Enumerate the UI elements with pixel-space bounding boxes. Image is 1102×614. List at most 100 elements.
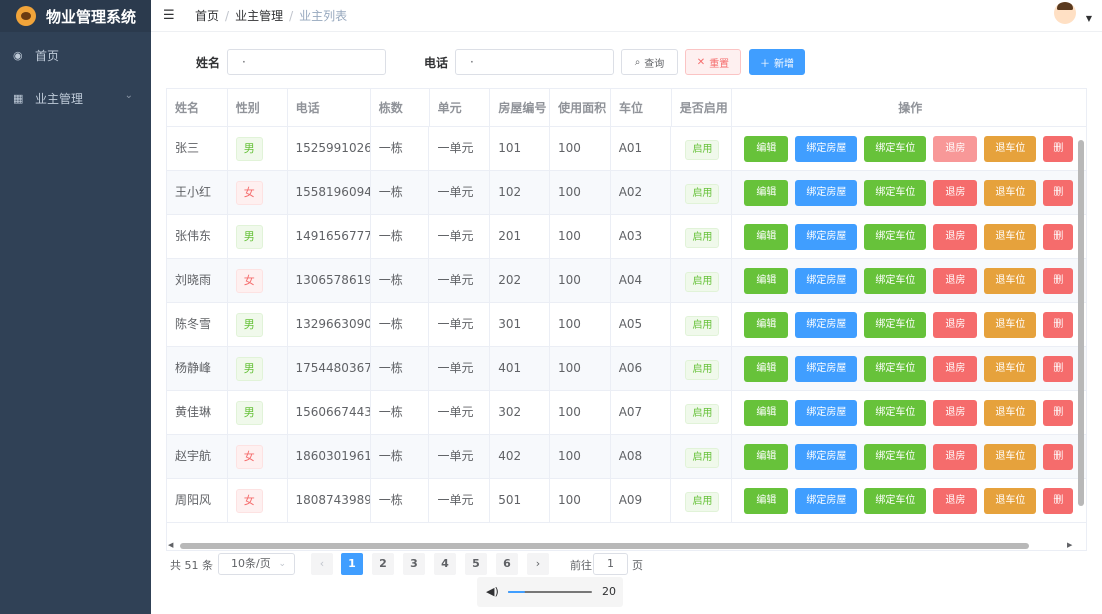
- bind-parking-button[interactable]: 绑定车位: [864, 443, 927, 470]
- return-parking-button[interactable]: 退车位: [984, 355, 1037, 382]
- cell-actions: 编辑 绑定房屋 绑定车位 退房 退车位删: [732, 171, 1086, 214]
- edit-button[interactable]: 编辑: [744, 399, 789, 426]
- delete-button[interactable]: 删: [1043, 443, 1074, 470]
- return-parking-button[interactable]: 退车位: [984, 223, 1037, 250]
- cell-parking: A09: [611, 479, 672, 522]
- return-parking-button[interactable]: 退车位: [984, 179, 1037, 206]
- add-button[interactable]: ＋ 新增: [749, 49, 805, 75]
- prev-page-button[interactable]: ‹: [311, 553, 333, 575]
- name-input[interactable]: ·: [227, 49, 386, 75]
- return-parking-button[interactable]: 退车位: [984, 311, 1037, 338]
- sidebar-item-home[interactable]: ◉ 首页: [0, 34, 151, 77]
- avatar[interactable]: [1054, 2, 1076, 24]
- cell-area: 100: [550, 391, 611, 434]
- hamburger-icon[interactable]: ☰: [163, 8, 177, 23]
- sidebar-item-owner-management[interactable]: ▦ 业主管理 ⌄: [0, 77, 151, 120]
- room-number: 102: [498, 185, 522, 199]
- horizontal-scrollbar[interactable]: [180, 543, 1029, 549]
- page-button[interactable]: 4: [434, 553, 456, 575]
- phone-input[interactable]: ·: [455, 49, 614, 75]
- room-number: 302: [498, 405, 522, 419]
- bind-parking-button[interactable]: 绑定车位: [864, 355, 927, 382]
- bind-house-button[interactable]: 绑定房屋: [795, 223, 858, 250]
- bind-parking-button[interactable]: 绑定车位: [864, 179, 927, 206]
- parking-space: A01: [618, 141, 643, 155]
- caret-down-icon[interactable]: ▼: [1086, 14, 1092, 23]
- checkout-button[interactable]: 退房: [933, 267, 978, 294]
- next-page-button[interactable]: ›: [527, 553, 549, 575]
- page-size-select[interactable]: 10条/页 ⌄: [218, 553, 295, 575]
- edit-button[interactable]: 编辑: [744, 355, 789, 382]
- chevron-down-icon: ⌄: [278, 559, 286, 569]
- checkout-button[interactable]: 退房: [933, 179, 978, 206]
- delete-button[interactable]: 删: [1043, 267, 1074, 294]
- cell-enabled: 启用: [671, 127, 733, 170]
- reset-button[interactable]: ✕ 重置: [685, 49, 741, 75]
- bind-parking-button[interactable]: 绑定车位: [864, 267, 927, 294]
- owner-table: 姓名 性别 电话 栋数 单元 房屋编号 使用面积 车位 是否启用 操作 张三男 1…: [166, 88, 1087, 551]
- delete-button[interactable]: 删: [1043, 487, 1074, 514]
- speaker-icon[interactable]: ◀): [486, 585, 499, 598]
- cell-room: 401: [490, 347, 550, 390]
- return-parking-button[interactable]: 退车位: [984, 399, 1037, 426]
- vertical-scrollbar[interactable]: [1078, 140, 1084, 506]
- edit-button[interactable]: 编辑: [744, 135, 789, 162]
- checkout-button[interactable]: 退房: [933, 399, 978, 426]
- page-button[interactable]: 3: [403, 553, 425, 575]
- delete-button[interactable]: 删: [1043, 179, 1074, 206]
- bind-house-button[interactable]: 绑定房屋: [795, 355, 858, 382]
- checkout-button[interactable]: 退房: [933, 355, 978, 382]
- table-header: 姓名 性别 电话 栋数 单元 房屋编号 使用面积 车位 是否启用 操作: [167, 89, 1086, 127]
- query-button[interactable]: ⌕ 查询: [621, 49, 678, 75]
- usable-area: 100: [557, 493, 581, 507]
- building: 一栋: [378, 229, 403, 243]
- edit-button[interactable]: 编辑: [744, 223, 789, 250]
- bind-house-button[interactable]: 绑定房屋: [795, 399, 858, 426]
- bind-house-button[interactable]: 绑定房屋: [795, 443, 858, 470]
- bind-house-button[interactable]: 绑定房屋: [795, 179, 858, 206]
- breadcrumb-owner-management[interactable]: 业主管理: [235, 7, 283, 24]
- page-size-value: 10条/页: [231, 557, 271, 570]
- volume-slider[interactable]: [508, 591, 592, 593]
- bind-parking-button[interactable]: 绑定车位: [864, 223, 927, 250]
- goto-page-input[interactable]: 1: [593, 553, 628, 575]
- bind-house-button[interactable]: 绑定房屋: [795, 135, 858, 162]
- delete-button[interactable]: 删: [1043, 355, 1074, 382]
- checkout-button[interactable]: 退房: [933, 487, 978, 514]
- cell-parking: A06: [611, 347, 672, 390]
- breadcrumb-home[interactable]: 首页: [195, 7, 219, 24]
- page-button[interactable]: 1: [341, 553, 363, 575]
- checkout-button[interactable]: 退房: [933, 223, 978, 250]
- edit-button[interactable]: 编辑: [744, 311, 789, 338]
- page-button[interactable]: 6: [496, 553, 518, 575]
- bind-house-button[interactable]: 绑定房屋: [795, 267, 858, 294]
- delete-button[interactable]: 删: [1043, 311, 1074, 338]
- return-parking-button[interactable]: 退车位: [984, 443, 1037, 470]
- return-parking-button[interactable]: 退车位: [984, 135, 1037, 162]
- edit-button[interactable]: 编辑: [744, 443, 789, 470]
- checkout-button[interactable]: 退房: [933, 135, 978, 162]
- edit-button[interactable]: 编辑: [744, 179, 789, 206]
- scroll-left-icon[interactable]: ◀: [168, 541, 173, 549]
- scroll-right-icon[interactable]: ▶: [1067, 541, 1072, 549]
- cell-actions: 编辑 绑定房屋 绑定车位 退房 退车位删: [732, 435, 1086, 478]
- return-parking-button[interactable]: 退车位: [984, 267, 1037, 294]
- bind-house-button[interactable]: 绑定房屋: [795, 487, 858, 514]
- checkout-button[interactable]: 退房: [933, 311, 978, 338]
- bind-parking-button[interactable]: 绑定车位: [864, 135, 927, 162]
- page-button[interactable]: 5: [465, 553, 487, 575]
- delete-button[interactable]: 删: [1043, 135, 1074, 162]
- app-title: 物业管理系统: [46, 7, 137, 26]
- edit-button[interactable]: 编辑: [744, 267, 789, 294]
- close-icon: ✕: [696, 56, 706, 68]
- return-parking-button[interactable]: 退车位: [984, 487, 1037, 514]
- delete-button[interactable]: 删: [1043, 223, 1074, 250]
- bind-parking-button[interactable]: 绑定车位: [864, 311, 927, 338]
- bind-house-button[interactable]: 绑定房屋: [795, 311, 858, 338]
- page-button[interactable]: 2: [372, 553, 394, 575]
- checkout-button[interactable]: 退房: [933, 443, 978, 470]
- edit-button[interactable]: 编辑: [744, 487, 789, 514]
- delete-button[interactable]: 删: [1043, 399, 1074, 426]
- bind-parking-button[interactable]: 绑定车位: [864, 399, 927, 426]
- bind-parking-button[interactable]: 绑定车位: [864, 487, 927, 514]
